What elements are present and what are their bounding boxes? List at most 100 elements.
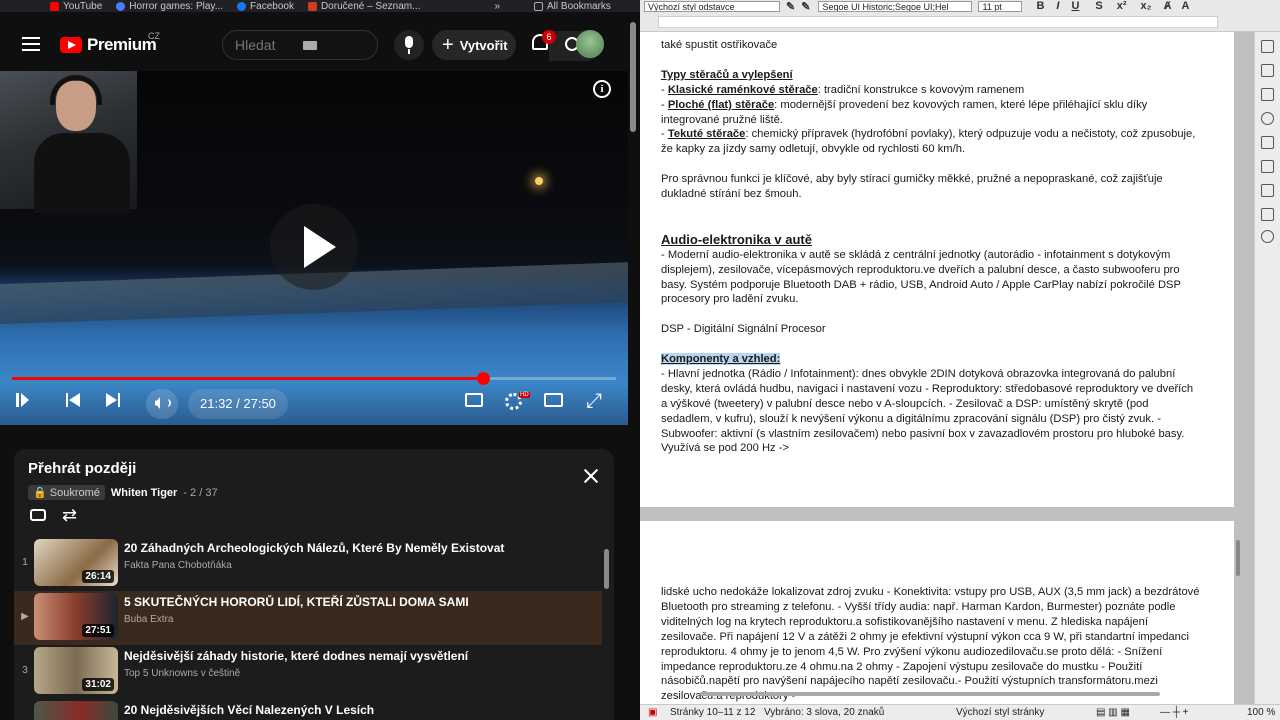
video-player[interactable]: i 21:32 / 27:50 HD <box>0 71 628 425</box>
video-thumbnail[interactable]: 26:14 <box>34 539 118 586</box>
page-icon[interactable] <box>1261 136 1274 149</box>
loop-icon[interactable] <box>30 509 46 521</box>
playlist-item-current[interactable]: ▶ 27:51 5 SKUTEČNÝCH HORORŮ LIDÍ, KTEŘÍ … <box>14 591 602 645</box>
video-title[interactable]: 20 Nejděsivějších Věcí Nalezených V Lesí… <box>124 703 594 717</box>
style-inspector-icon[interactable] <box>1261 160 1274 173</box>
view-layout-icons[interactable]: ▤ ▥ ▦ <box>1096 707 1130 718</box>
video-thumbnail[interactable]: 31:02 <box>34 647 118 694</box>
document-page[interactable]: lidské ucho nedokáže lokalizovat zdroj z… <box>640 521 1234 711</box>
word-count[interactable]: Vybráno: 3 slova, 20 znaků <box>764 707 884 718</box>
italic-button[interactable]: I <box>1056 0 1059 12</box>
shuffle-icon[interactable]: ⇄ <box>62 505 77 526</box>
voice-search-icon[interactable] <box>394 30 424 60</box>
video-thumbnail[interactable]: 27:51 <box>34 593 118 640</box>
sidebar-deck <box>1254 32 1280 708</box>
playlist-scrollbar[interactable] <box>604 549 609 589</box>
style-update-icon[interactable]: ✎ <box>786 0 795 13</box>
all-bookmarks-button[interactable]: All Bookmarks <box>534 1 611 12</box>
subtitles-icon[interactable] <box>465 393 483 407</box>
clear-formatting-icon[interactable]: Ⱥ <box>1164 0 1172 12</box>
zoom-slider[interactable]: — ┼ + <box>1160 707 1188 718</box>
underline-button[interactable]: U <box>1071 0 1079 12</box>
playlist-owner[interactable]: Whiten Tiger <box>111 487 177 499</box>
fullscreen-icon[interactable] <box>586 393 602 409</box>
document-text[interactable]: také spustit ostřikovače Typy stěračů a … <box>661 38 1201 456</box>
menu-icon[interactable] <box>22 37 40 51</box>
playlist-item[interactable]: 3 31:02 Nejděsivější záhady historie, kt… <box>14 645 602 699</box>
save-status-icon[interactable]: ▣ <box>648 707 657 718</box>
find-icon[interactable] <box>1261 230 1274 243</box>
duration-badge: 27:51 <box>82 624 114 637</box>
webcam-overlay <box>0 71 137 213</box>
search-box <box>222 30 601 61</box>
channel-name[interactable]: Fakta Pana Chobotňáka <box>124 560 232 571</box>
playlist-item[interactable]: 1 26:14 20 Záhadných Archeologických Nál… <box>14 537 602 591</box>
video-title[interactable]: Nejděsivější záhady historie, které dodn… <box>124 649 594 663</box>
previous-icon[interactable] <box>66 393 80 407</box>
zoom-level[interactable]: 100 % <box>1247 707 1275 718</box>
navigator-icon[interactable] <box>1261 112 1274 125</box>
playlist-item[interactable]: 4 20 Nejděsivějších Věcí Nalezených V Le… <box>14 699 602 720</box>
wiper-type-item: - Tekuté stěrače: chemický přípravek (hy… <box>661 128 1196 156</box>
wiper-type-item: - Klasické raménkové stěrače: tradiční k… <box>661 83 1025 96</box>
search-input[interactable] <box>235 37 295 53</box>
facebook-favicon-icon <box>237 1 247 11</box>
page-count[interactable]: Stránky 10–11 z 12 <box>670 707 755 718</box>
font-size-select[interactable]: 11 pt <box>978 0 1023 12</box>
video-title[interactable]: 5 SKUTEČNÝCH HORORŮ LIDÍ, KTEŘÍ ZŮSTALI … <box>124 595 594 609</box>
channel-name[interactable]: Top 5 Unknowns v češtině <box>124 668 240 679</box>
font-name-select[interactable]: Segoe UI Historic;Segoe UI;Hel <box>818 0 973 12</box>
keyboard-icon[interactable] <box>303 41 317 50</box>
bookmark-seznam[interactable]: Doručené – Seznam... <box>307 1 420 12</box>
avatar[interactable] <box>576 30 604 58</box>
close-icon[interactable] <box>584 469 598 483</box>
youtube-logo[interactable]: Premium CZ <box>60 31 160 55</box>
next-icon[interactable] <box>106 393 120 407</box>
page-style[interactable]: Výchozí styl stránky <box>956 707 1044 718</box>
properties-icon[interactable] <box>1261 40 1274 53</box>
heading-wiper-types: Typy stěračů a vylepšení <box>661 68 793 81</box>
page-scrollbar[interactable] <box>630 22 636 132</box>
subscript-button[interactable]: x₂ <box>1141 0 1152 12</box>
plus-icon: + <box>442 34 454 56</box>
ruler[interactable] <box>640 12 1280 32</box>
big-play-icon[interactable] <box>270 204 358 290</box>
manage-changes-icon[interactable] <box>1261 184 1274 197</box>
video-light-spot <box>535 177 543 185</box>
video-title[interactable]: 20 Záhadných Archeologických Nálezů, Kte… <box>124 541 594 555</box>
play-pause-icon[interactable] <box>16 393 35 407</box>
info-icon[interactable]: i <box>593 80 611 98</box>
design-icon[interactable] <box>1261 208 1274 221</box>
privacy-badge: 🔒 Soukromé <box>28 485 105 500</box>
playlist-panel: Přehrát později 🔒 Soukromé Whiten Tiger … <box>14 449 614 720</box>
bookmarks-more-button[interactable]: » <box>494 1 500 12</box>
time-display: 21:32 / 27:50 <box>188 389 288 419</box>
bookmark-youtube[interactable]: YouTube <box>50 1 102 12</box>
create-button[interactable]: + Vytvořit <box>432 30 516 60</box>
bookmark-facebook[interactable]: Facebook <box>237 1 294 12</box>
channel-name[interactable]: Buba Extra <box>124 614 173 625</box>
heading-components-selected: Komponenty a vzhled: <box>661 353 781 366</box>
video-thumbnail[interactable] <box>34 701 118 720</box>
vertical-scrollbar[interactable] <box>1236 540 1240 576</box>
playlist-meta: 🔒 Soukromé Whiten Tiger - 2 / 37 <box>28 485 218 500</box>
bookmark-horror-games[interactable]: Horror games: Play... <box>116 1 223 12</box>
horizontal-scrollbar[interactable] <box>700 692 1160 696</box>
youtube-play-logo-icon <box>60 37 82 53</box>
miniplayer-icon[interactable] <box>544 393 563 407</box>
document-text[interactable]: lidské ucho nedokáže lokalizovat zdroj z… <box>661 585 1201 704</box>
document-page[interactable]: také spustit ostřikovače Typy stěračů a … <box>640 32 1234 507</box>
bold-button[interactable]: B <box>1036 0 1044 12</box>
volume-icon[interactable] <box>146 389 178 419</box>
progress-bar[interactable] <box>12 372 616 385</box>
new-style-icon[interactable]: ✎ <box>801 0 810 13</box>
superscript-button[interactable]: x² <box>1117 0 1127 12</box>
youtube-window: YouTube Horror games: Play... Facebook D… <box>0 0 640 720</box>
screen: YouTube Horror games: Play... Facebook D… <box>0 0 1280 720</box>
strikethrough-button[interactable]: S <box>1095 0 1102 12</box>
gallery-icon[interactable] <box>1261 88 1274 101</box>
progress-fill <box>12 377 484 380</box>
paragraph-style-select[interactable]: Výchozí styl odstavce <box>644 0 780 12</box>
styles-icon[interactable] <box>1261 64 1274 77</box>
font-color-icon[interactable]: A <box>1182 0 1190 12</box>
